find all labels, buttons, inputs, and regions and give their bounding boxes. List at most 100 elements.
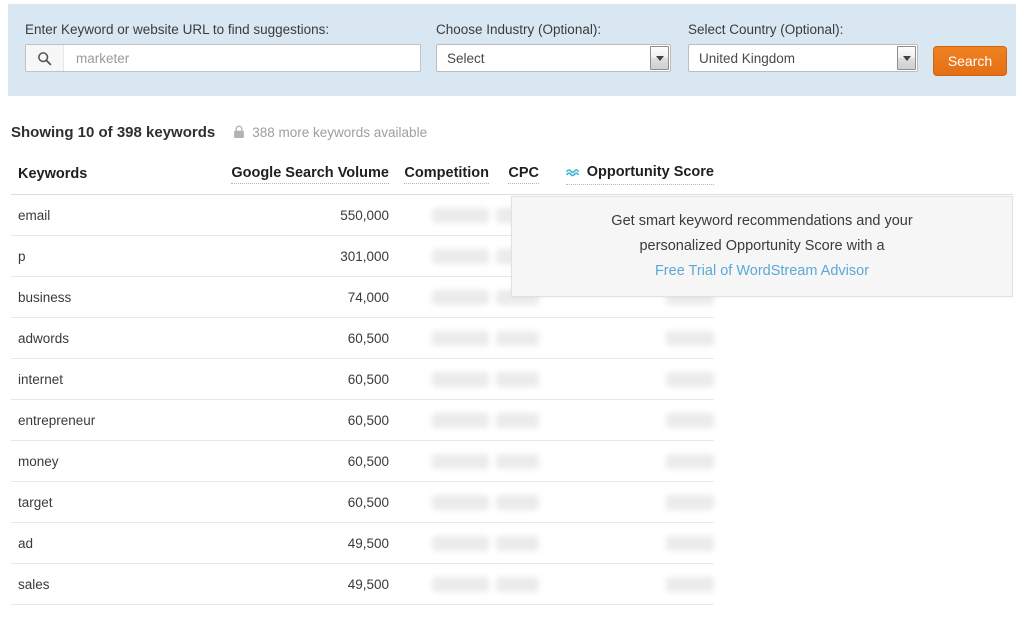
table-row[interactable]: ad 49,500 <box>11 522 1013 564</box>
row-spacer-cell <box>714 523 1013 564</box>
chevron-down-icon[interactable] <box>650 46 669 70</box>
row-spacer-cell <box>714 318 1013 359</box>
opportunity-cell <box>539 522 714 564</box>
keyword-cell: ad <box>11 522 213 564</box>
keyword-cell: adwords <box>11 317 213 359</box>
row-spacer-cell <box>714 441 1013 482</box>
results-summary: Showing 10 of 398 keywords 388 more keyw… <box>11 122 427 142</box>
cpc-cell <box>489 481 539 523</box>
opportunity-cell <box>539 481 714 523</box>
locked-value-placeholder <box>496 535 539 551</box>
table-row[interactable]: money 60,500 <box>11 440 1013 482</box>
column-header-volume[interactable]: Google Search Volume <box>213 154 389 195</box>
locked-value-placeholder <box>666 412 714 428</box>
search-volume-cell: 60,500 <box>213 440 389 482</box>
chevron-down-icon[interactable] <box>897 46 916 70</box>
search-volume-cell: 301,000 <box>213 235 389 277</box>
search-banner: Enter Keyword or website URL to find sug… <box>8 4 1016 96</box>
keyword-cell: target <box>11 481 213 523</box>
locked-value-placeholder <box>666 453 714 469</box>
opportunity-cell <box>539 563 714 605</box>
industry-select-value: Select <box>447 50 485 66</box>
country-field-group: Select Country (Optional): United Kingdo… <box>688 22 918 72</box>
locked-value-placeholder <box>432 494 489 510</box>
cpc-cell <box>489 358 539 400</box>
promo-tooltip-line-2: personalized Opportunity Score with a <box>639 238 885 254</box>
opportunity-cell <box>539 358 714 400</box>
industry-field-group: Choose Industry (Optional): Select <box>436 22 671 72</box>
locked-value-placeholder <box>432 248 489 264</box>
locked-value-placeholder <box>432 330 489 346</box>
industry-field-label: Choose Industry (Optional): <box>436 22 602 37</box>
competition-cell <box>389 481 489 523</box>
locked-value-placeholder <box>432 371 489 387</box>
keyword-field-label: Enter Keyword or website URL to find sug… <box>25 22 330 37</box>
table-row[interactable]: internet 60,500 <box>11 358 1013 400</box>
keyword-cell: business <box>11 276 213 318</box>
locked-value-placeholder <box>432 453 489 469</box>
search-volume-cell: 60,500 <box>213 481 389 523</box>
keyword-cell: entrepreneur <box>11 399 213 441</box>
opportunity-cell <box>539 399 714 441</box>
cpc-cell <box>489 522 539 564</box>
cpc-cell <box>489 440 539 482</box>
promo-tooltip: Get smart keyword recommendations and yo… <box>511 196 1013 297</box>
competition-cell <box>389 358 489 400</box>
column-header-competition-label: Competition <box>404 164 489 184</box>
keyword-search-input[interactable] <box>64 45 420 71</box>
locked-value-placeholder <box>496 330 539 346</box>
keyword-cell: p <box>11 235 213 277</box>
keyword-cell: email <box>11 194 213 236</box>
column-header-keywords[interactable]: Keywords <box>11 154 213 195</box>
competition-cell <box>389 563 489 605</box>
table-row[interactable]: entrepreneur 60,500 <box>11 399 1013 441</box>
competition-cell <box>389 399 489 441</box>
locked-value-placeholder <box>666 535 714 551</box>
showing-count-text: Showing 10 of 398 keywords <box>11 123 216 141</box>
column-header-cpc-label: CPC <box>508 164 539 184</box>
row-spacer-cell <box>714 400 1013 441</box>
row-spacer-cell <box>714 564 1013 605</box>
locked-value-placeholder <box>496 576 539 592</box>
country-select[interactable]: United Kingdom <box>688 44 918 72</box>
table-row[interactable]: adwords 60,500 <box>11 317 1013 359</box>
locked-value-placeholder <box>432 289 489 305</box>
locked-value-placeholder <box>496 412 539 428</box>
column-header-opportunity[interactable]: Opportunity Score <box>539 154 714 195</box>
search-volume-cell: 74,000 <box>213 276 389 318</box>
search-button[interactable]: Search <box>933 46 1007 76</box>
keyword-field-group: Enter Keyword or website URL to find sug… <box>25 22 421 72</box>
locked-value-placeholder <box>666 576 714 592</box>
column-header-cpc[interactable]: CPC <box>489 154 539 195</box>
opportunity-cell <box>539 317 714 359</box>
industry-select[interactable]: Select <box>436 44 671 72</box>
locked-value-placeholder <box>432 207 489 223</box>
locked-value-placeholder <box>496 371 539 387</box>
column-header-competition[interactable]: Competition <box>389 154 489 195</box>
competition-cell <box>389 317 489 359</box>
column-header-keywords-label: Keywords <box>18 166 88 182</box>
locked-value-placeholder <box>432 576 489 592</box>
cpc-cell <box>489 317 539 359</box>
keyword-cell: internet <box>11 358 213 400</box>
locked-value-placeholder <box>496 453 539 469</box>
competition-cell <box>389 194 489 236</box>
table-row[interactable]: target 60,500 <box>11 481 1013 523</box>
search-volume-cell: 60,500 <box>213 317 389 359</box>
wave-icon <box>565 167 581 178</box>
search-icon <box>26 45 64 71</box>
competition-cell <box>389 235 489 277</box>
free-trial-link[interactable]: Free Trial of WordStream Advisor <box>655 259 869 284</box>
more-keywords-available-text: 388 more keywords available <box>252 124 428 140</box>
search-volume-cell: 60,500 <box>213 399 389 441</box>
column-header-opportunity-label: Opportunity Score <box>586 164 714 181</box>
locked-value-placeholder <box>666 371 714 387</box>
competition-cell <box>389 440 489 482</box>
keyword-cell: sales <box>11 563 213 605</box>
locked-value-placeholder <box>496 494 539 510</box>
table-row[interactable]: sales 49,500 <box>11 563 1013 605</box>
competition-cell <box>389 522 489 564</box>
locked-value-placeholder <box>432 535 489 551</box>
keyword-input-wrapper[interactable] <box>25 44 421 72</box>
country-field-label: Select Country (Optional): <box>688 22 844 37</box>
